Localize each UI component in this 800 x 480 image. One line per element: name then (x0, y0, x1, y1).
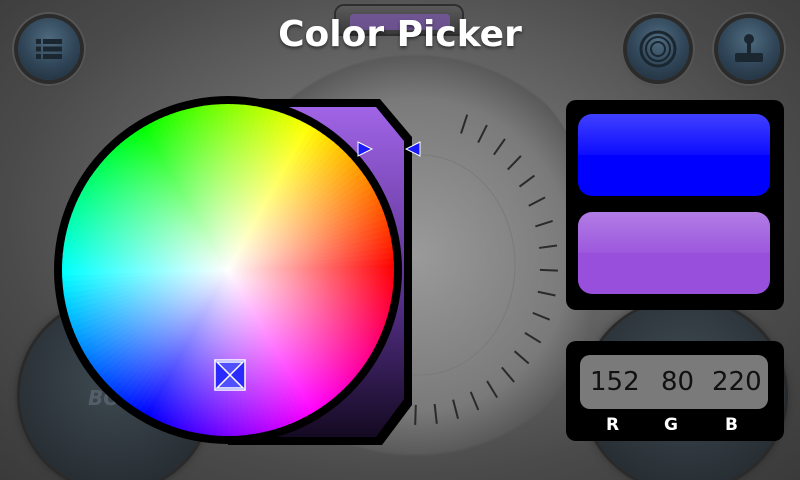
red-value: 152 (590, 367, 640, 397)
joystick-button[interactable] (718, 18, 780, 80)
green-label: G (664, 415, 678, 435)
radial-button[interactable] (627, 18, 689, 80)
joystick-icon (735, 34, 763, 62)
rgb-value-panel: 152 80 220 R G B (566, 341, 784, 441)
menu-button[interactable] (18, 18, 80, 80)
green-value: 80 (661, 367, 695, 397)
red-label: R (606, 415, 620, 435)
list-icon (36, 39, 62, 59)
color-picker (54, 96, 421, 445)
color-preview-panel (566, 100, 784, 310)
wheel-selector[interactable] (214, 359, 246, 391)
current-color-swatch (578, 212, 770, 294)
selected-color-swatch (578, 114, 770, 196)
radial-icon (639, 30, 677, 68)
blue-label: B (725, 415, 738, 435)
blue-value: 220 (712, 367, 762, 397)
